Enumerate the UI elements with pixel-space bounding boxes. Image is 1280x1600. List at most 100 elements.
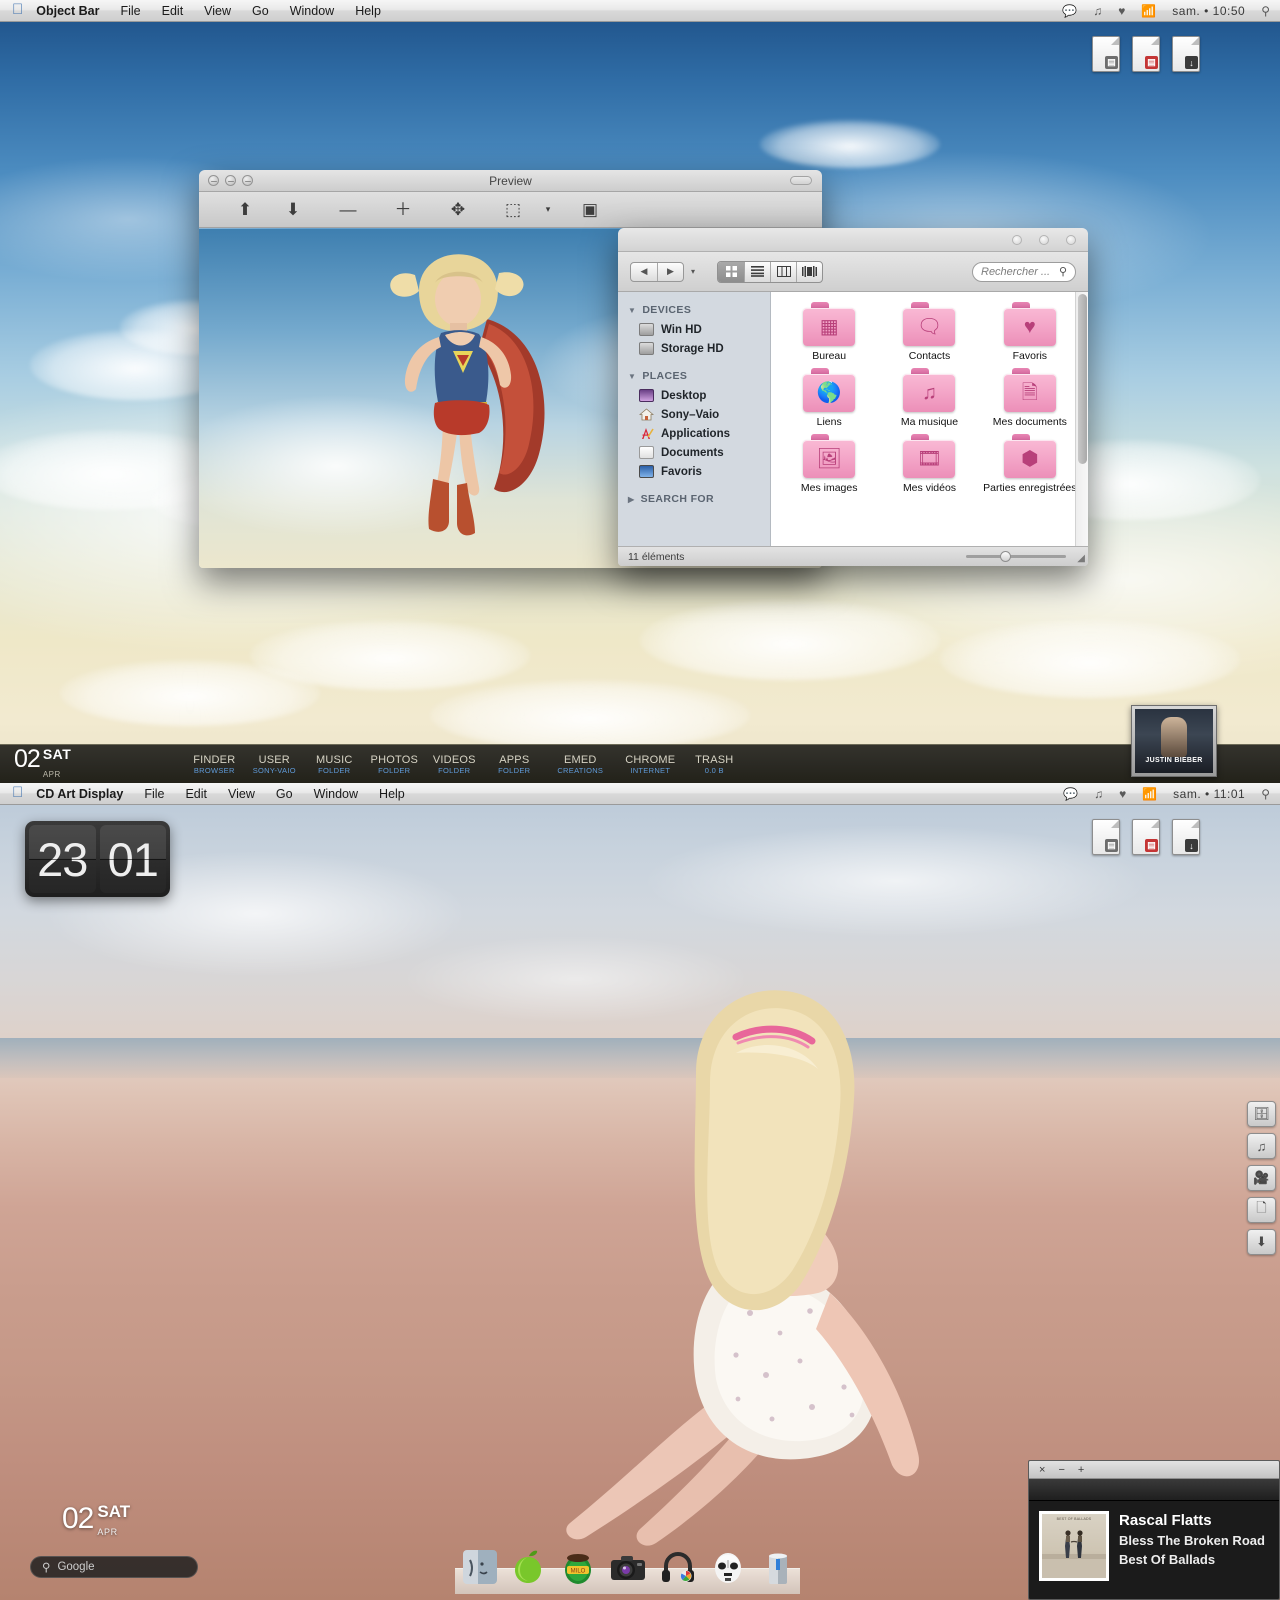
stormtrooper-dock-icon[interactable]: [709, 1548, 747, 1586]
dock-item-user[interactable]: USER SONY-VAIO: [249, 754, 299, 775]
apple-dock-icon[interactable]: [509, 1548, 547, 1586]
file-item[interactable]: 🖼 Mes images: [779, 434, 879, 494]
view-mode-group[interactable]: [717, 260, 824, 283]
sidebar-item-desktop[interactable]: Desktop: [618, 386, 770, 405]
menu-window[interactable]: Window: [314, 787, 358, 801]
select-tool-button[interactable]: ⬚: [489, 201, 537, 218]
document-icon-2[interactable]: ▤: [1132, 36, 1160, 72]
zoom-out-button[interactable]: —: [317, 201, 379, 218]
magnifier-icon[interactable]: ⚲: [1059, 265, 1067, 278]
finder-toolbar[interactable]: ◀ ▶ ▾ Rechercher ... ⚲: [618, 252, 1088, 292]
menu-file[interactable]: File: [144, 787, 164, 801]
page-up-button[interactable]: ⬆: [221, 201, 269, 218]
column-view-button[interactable]: [770, 261, 796, 282]
dock-item-apps[interactable]: APPS FOLDER: [489, 754, 539, 775]
dock-item-photos[interactable]: PHOTOS FOLDER: [369, 754, 419, 775]
sidebar-item-sony-vaio[interactable]: Sony–Vaio: [618, 405, 770, 424]
dock[interactable]: MILO: [455, 1530, 800, 1600]
search-input[interactable]: Rechercher ... ⚲: [972, 261, 1076, 282]
close-button[interactable]: ×: [1039, 1464, 1045, 1476]
search-icon[interactable]: ⚲: [1261, 4, 1270, 18]
music-note-icon[interactable]: ♫: [1094, 787, 1103, 801]
music-note-icon[interactable]: ♫: [1093, 4, 1102, 18]
menu-app-name[interactable]: Object Bar: [36, 4, 99, 18]
close-button[interactable]: [1012, 235, 1022, 245]
file-item[interactable]: 🗨 Contacts: [879, 302, 979, 362]
toolbar-toggle-button[interactable]: [790, 176, 812, 185]
menubar-clock[interactable]: sam. • 11:01: [1173, 787, 1245, 801]
disclosure-triangle-icon[interactable]: ▼: [628, 306, 636, 315]
dock-item-emed[interactable]: EMED CREATIONS: [549, 754, 611, 775]
document-icon-3[interactable]: ↓: [1172, 36, 1200, 72]
cd-art-display-player[interactable]: × − + BEST OF BALLADS Rascal Flatts Bles…: [1028, 1460, 1280, 1600]
screenshot-tray-icon[interactable]: 🗄: [1247, 1101, 1276, 1127]
document-icon-3[interactable]: ↓: [1172, 819, 1200, 855]
headphones-dock-icon[interactable]: [659, 1548, 697, 1586]
search-icon[interactable]: ⚲: [1261, 787, 1270, 801]
speech-bubble-icon[interactable]: 💬: [1063, 787, 1078, 801]
copy-tray-icon[interactable]: 🗋: [1247, 1197, 1276, 1223]
file-item[interactable]: 🎞 Mes vidéos: [879, 434, 979, 494]
trash-dock-icon[interactable]: [759, 1548, 797, 1586]
music-tray-icon[interactable]: ♫: [1247, 1133, 1276, 1159]
camera-dock-icon[interactable]: [609, 1548, 647, 1586]
move-tool-button[interactable]: ✥: [427, 201, 489, 218]
menu-help[interactable]: Help: [379, 787, 405, 801]
flip-clock-widget[interactable]: 23 01: [25, 821, 170, 897]
menubar-clock[interactable]: sam. • 10:50: [1172, 4, 1245, 18]
bottom-menu-bar[interactable]:  CD Art Display File Edit View Go Windo…: [0, 783, 1280, 805]
google-search-widget[interactable]: ⚲ Google: [30, 1556, 198, 1578]
heart-icon[interactable]: ♥: [1119, 787, 1126, 801]
scrollbar-thumb[interactable]: [1078, 294, 1087, 464]
player-titlebar[interactable]: × − +: [1029, 1461, 1279, 1479]
video-tray-icon[interactable]: 🎥: [1247, 1165, 1276, 1191]
finder-file-grid[interactable]: ▦ Bureau 🗨 Contacts ♥ Favoris 🌎 Liens ♫ …: [771, 292, 1088, 546]
sidebar-item-applications[interactable]: Applications: [618, 424, 770, 443]
sidebar-section-search-for[interactable]: ▶ SEARCH FOR: [618, 481, 770, 509]
coverflow-view-button[interactable]: [796, 261, 822, 282]
menu-edit[interactable]: Edit: [162, 4, 184, 18]
finder-sidebar[interactable]: ▼ DEVICES Win HD Storage HD ▼ PLACES Des…: [618, 292, 771, 546]
list-view-button[interactable]: [744, 261, 770, 282]
finder-dock-icon[interactable]: [459, 1548, 497, 1586]
vertical-scrollbar[interactable]: [1075, 292, 1088, 546]
finder-window[interactable]: ◀ ▶ ▾ Rechercher ... ⚲ ▼ DEVICES Win HD …: [618, 228, 1088, 566]
dock-item-chrome[interactable]: CHROME INTERNET: [621, 754, 679, 775]
minimize-button[interactable]: −: [1058, 1464, 1064, 1476]
page-down-button[interactable]: ⬇: [269, 201, 317, 218]
finder-window-controls[interactable]: [1012, 235, 1076, 245]
file-item[interactable]: ♫ Ma musique: [879, 368, 979, 428]
menu-go[interactable]: Go: [252, 4, 269, 18]
sidebar-item-documents[interactable]: Documents: [618, 443, 770, 462]
album-cover[interactable]: BEST OF BALLADS: [1039, 1511, 1109, 1581]
resize-grip-icon[interactable]: ◢: [1077, 553, 1085, 564]
rss-icon[interactable]: 📶: [1141, 4, 1156, 18]
sidebar-item-win-hd[interactable]: Win HD: [618, 320, 770, 339]
menu-window[interactable]: Window: [290, 4, 334, 18]
file-item[interactable]: 🗎 Mes documents: [980, 368, 1080, 428]
minimize-button[interactable]: [1039, 235, 1049, 245]
sidebar-section-places[interactable]: ▼ PLACES: [618, 358, 770, 386]
slideshow-button[interactable]: ▣: [559, 201, 621, 218]
menu-edit[interactable]: Edit: [185, 787, 207, 801]
apple-icon[interactable]: : [12, 2, 23, 17]
dock-item-music[interactable]: MUSIC FOLDER: [309, 754, 359, 775]
navigation-group[interactable]: ◀ ▶ ▾: [630, 261, 695, 282]
document-icon-1[interactable]: ▤: [1092, 819, 1120, 855]
objectdock-bar[interactable]: 02 SAT APR FINDER BROWSER USER SONY-VAIO…: [0, 744, 1280, 783]
icon-view-button[interactable]: [718, 261, 745, 282]
finder-titlebar[interactable]: [618, 228, 1088, 252]
menu-help[interactable]: Help: [355, 4, 381, 18]
dock-item-finder[interactable]: FINDER BROWSER: [189, 754, 239, 775]
document-icon-2[interactable]: ▤: [1132, 819, 1160, 855]
file-item[interactable]: ▦ Bureau: [779, 302, 879, 362]
disclosure-triangle-icon[interactable]: ▶: [628, 495, 635, 504]
apple-icon[interactable]: : [12, 785, 23, 800]
icon-size-slider[interactable]: [966, 551, 1066, 562]
chevron-down-icon[interactable]: ▾: [691, 267, 695, 276]
preview-titlebar[interactable]: Preview: [199, 170, 822, 192]
rss-icon[interactable]: 📶: [1142, 787, 1157, 801]
document-icon-1[interactable]: ▤: [1092, 36, 1120, 72]
back-button[interactable]: ◀: [631, 263, 657, 281]
speech-bubble-icon[interactable]: 💬: [1062, 4, 1077, 18]
